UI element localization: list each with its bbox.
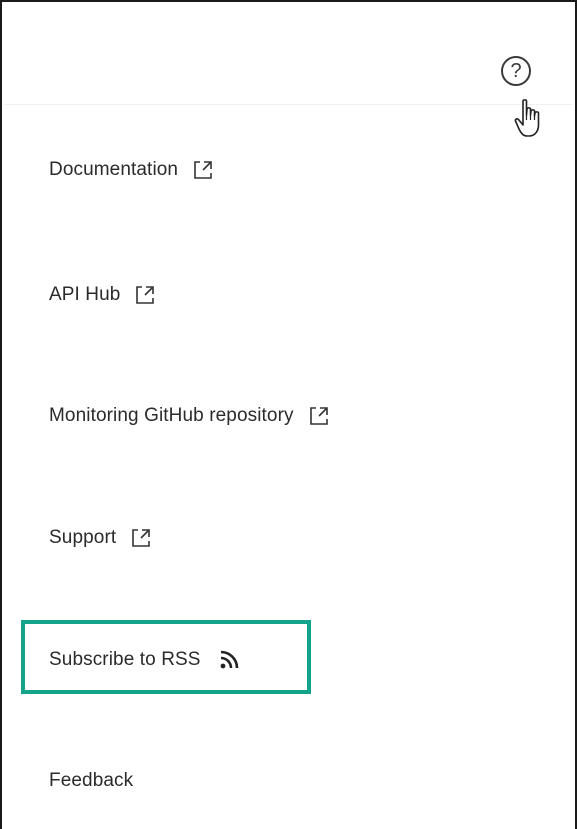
- highlight-annotation-box: [21, 620, 311, 694]
- menu-item-feedback[interactable]: Feedback: [49, 761, 133, 801]
- hand-pointer-cursor-icon: [514, 99, 540, 137]
- menu-item-label: Feedback: [49, 770, 134, 791]
- menu-item-label: Monitoring GitHub repository: [49, 405, 294, 426]
- menu-item-monitoring-github[interactable]: Monitoring GitHub repository: [49, 396, 330, 436]
- menu-item-label: Support: [49, 527, 117, 548]
- menu-item-label: API Hub: [49, 284, 121, 305]
- external-link-icon: [309, 407, 328, 425]
- menu-item-documentation[interactable]: Documentation: [49, 150, 214, 190]
- external-link-icon: [194, 161, 212, 179]
- menu-item-api-hub[interactable]: API Hub: [49, 275, 156, 315]
- help-menu-panel: ? Documentation API Hub Monitoring GitHu…: [0, 0, 577, 829]
- menu-item-support[interactable]: Support: [49, 518, 152, 558]
- external-link-icon: [132, 529, 151, 547]
- help-icon[interactable]: ?: [501, 56, 531, 86]
- panel-header: [4, 4, 573, 105]
- external-link-icon: [136, 286, 155, 304]
- menu-item-label: Documentation: [49, 159, 179, 180]
